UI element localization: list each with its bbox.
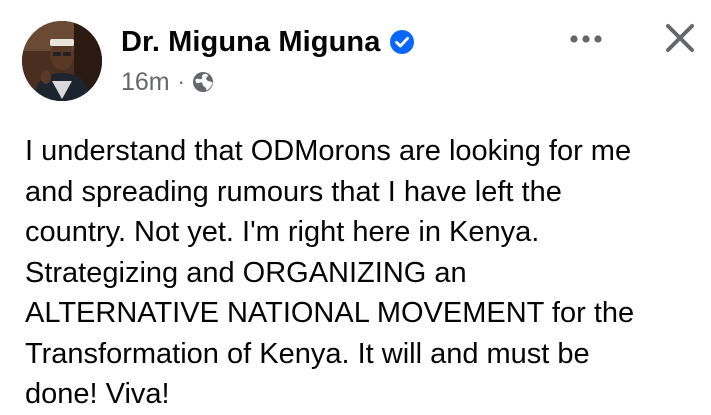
post-body-line: Transformation of Kenya. It will and mus… bbox=[25, 337, 590, 370]
close-icon bbox=[666, 24, 694, 52]
post-body-line: and spreading rumours that I have left t… bbox=[25, 175, 562, 208]
meta-separator: · bbox=[177, 69, 185, 94]
avatar-photo bbox=[22, 21, 102, 101]
more-options-button[interactable] bbox=[565, 22, 607, 56]
post-body: I understand that ODMorons are looking f… bbox=[25, 131, 705, 415]
verified-badge-icon bbox=[389, 29, 415, 55]
author-row: Dr. Miguna Miguna bbox=[121, 22, 415, 62]
post-timestamp[interactable]: 16m bbox=[121, 68, 170, 97]
post-body-line: ALTERNATIVE NATIONAL MOVEMENT for the bbox=[25, 297, 635, 329]
author-name[interactable]: Dr. Miguna Miguna bbox=[121, 26, 380, 59]
facebook-post: Dr. Miguna Miguna 16m · I understand tha… bbox=[0, 0, 711, 414]
post-body-line: Strategizing and ORGANIZING an bbox=[25, 256, 467, 289]
close-button[interactable] bbox=[660, 18, 700, 58]
post-meta: 16m · bbox=[121, 66, 214, 98]
author-avatar[interactable] bbox=[22, 21, 102, 101]
post-body-line: country. Not yet. I'm right here in Keny… bbox=[25, 216, 540, 248]
post-body-line: I understand that ODMorons are looking f… bbox=[25, 135, 632, 167]
post-body-line: done! Viva! bbox=[25, 378, 170, 410]
more-options-icon bbox=[570, 35, 602, 43]
globe-icon[interactable] bbox=[192, 71, 214, 93]
